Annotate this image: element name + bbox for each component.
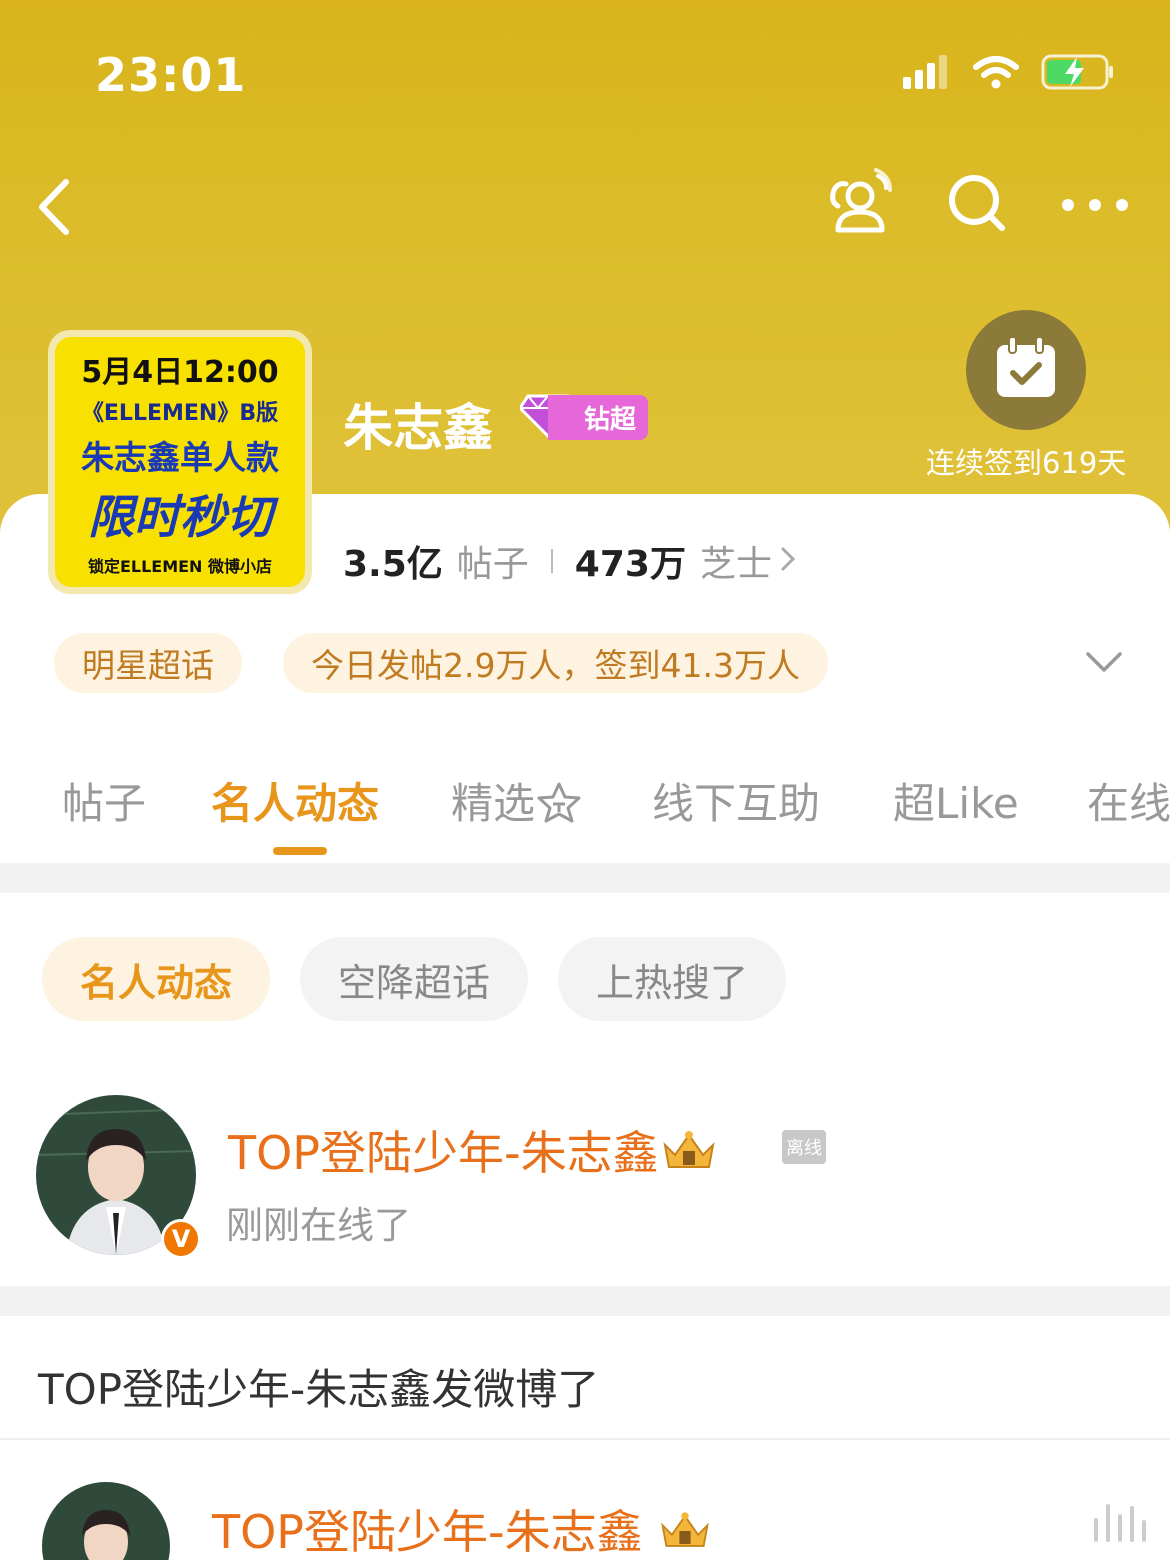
signal-icon <box>903 55 951 93</box>
back-icon[interactable] <box>30 172 90 242</box>
category-chip[interactable]: 明星超话 <box>54 633 242 693</box>
fans-group-icon[interactable] <box>824 168 894 238</box>
supertopic-stats: 3.5亿 帖子 473万 芝士 <box>343 535 796 587</box>
list-divider <box>0 1438 1170 1440</box>
calendar-check-icon <box>995 336 1057 403</box>
battery-charging-icon <box>1041 54 1115 94</box>
level-badge[interactable]: 2 钻超 <box>518 394 649 440</box>
post-author-name-text: TOP登陆少年-朱志鑫 <box>212 1505 643 1559</box>
posts-label: 帖子 <box>456 544 529 585</box>
offline-status-tag: 离线 <box>782 1130 826 1164</box>
badge-label: 钻超 <box>548 394 649 440</box>
posts-count: 3.5亿 <box>343 544 443 585</box>
tab-online[interactable]: 在线 <box>1087 770 1170 831</box>
tab-posts[interactable]: 帖子 <box>62 770 146 831</box>
checkin-streak-text: 连续签到619天 <box>926 446 1127 480</box>
cover-line: 锁定ELLEMEN 微博小店 <box>87 557 273 576</box>
verified-badge: V <box>161 1219 201 1259</box>
tab-super-like[interactable]: 超Like <box>893 770 1019 831</box>
more-icon[interactable] <box>1060 168 1130 238</box>
section-divider <box>0 863 1170 893</box>
active-tab-indicator <box>273 847 327 855</box>
chevron-down-icon[interactable] <box>1082 640 1126 684</box>
checkin-button[interactable] <box>966 310 1086 430</box>
search-icon[interactable] <box>942 168 1012 238</box>
filter-pill-trending[interactable]: 上热搜了 <box>558 937 786 1021</box>
celebrity-name-text: TOP登陆少年-朱志鑫 <box>228 1126 659 1180</box>
cover-line: 朱志鑫单人款 <box>81 438 279 477</box>
online-status-text: 刚刚在线了 <box>226 1204 411 1247</box>
supertopic-cover-image[interactable]: 5月4日12:00 《ELLEMEN》B版 朱志鑫单人款 限时秒切 锁定ELLE… <box>48 330 312 594</box>
status-time: 23:01 <box>95 48 247 102</box>
fans-count[interactable]: 473万 <box>575 535 686 587</box>
status-icons <box>903 52 1115 96</box>
cover-line: 5月4日12:00 <box>81 355 279 390</box>
audio-wave-icon <box>1090 1500 1160 1554</box>
post-author-name[interactable]: TOP登陆少年-朱志鑫 <box>212 1496 713 1560</box>
stats-divider <box>550 549 553 573</box>
star-icon <box>535 779 583 828</box>
today-activity-chip[interactable]: 今日发帖2.9万人，签到41.3万人 <box>283 633 828 693</box>
tab-offline-help[interactable]: 线下互助 <box>652 770 820 831</box>
supertopic-title: 朱志鑫 <box>343 399 493 457</box>
filter-pill-celebrity-updates[interactable]: 名人动态 <box>42 937 270 1021</box>
tab-featured[interactable]: 精选 <box>451 770 583 831</box>
cover-line: 《ELLEMEN》B版 <box>81 401 279 426</box>
crown-icon <box>659 1126 719 1180</box>
tab-celebrity-updates[interactable]: 名人动态 <box>211 770 379 831</box>
tab-featured-label: 精选 <box>451 779 536 828</box>
cover-poster: 5月4日12:00 《ELLEMEN》B版 朱志鑫单人款 限时秒切 锁定ELLE… <box>55 337 305 587</box>
crown-icon <box>657 1505 713 1559</box>
fans-label[interactable]: 芝士 <box>700 535 772 587</box>
tab-bar: 帖子 名人动态 精选 线下互助 超Like 在线 <box>0 770 1170 862</box>
wifi-icon <box>973 55 1019 93</box>
post-heading[interactable]: TOP登陆少年-朱志鑫发微博了 <box>38 1356 599 1417</box>
filter-pill-airdrop[interactable]: 空降超话 <box>300 937 528 1021</box>
section-divider <box>0 1286 1170 1316</box>
celebrity-name[interactable]: TOP登陆少年-朱志鑫 <box>228 1117 719 1183</box>
cover-line: 限时秒切 <box>88 490 272 544</box>
chevron-right-icon[interactable] <box>780 541 796 582</box>
nav-actions <box>824 168 1130 238</box>
